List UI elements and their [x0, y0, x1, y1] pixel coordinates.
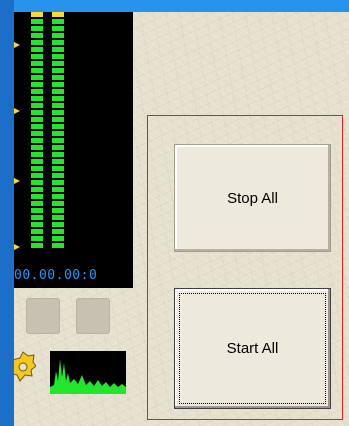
meter-segment — [52, 229, 64, 234]
meter-segment — [31, 19, 43, 24]
meter-segment — [31, 145, 43, 150]
level-meter — [14, 12, 133, 288]
meter-segment — [31, 180, 43, 185]
meter-segment — [31, 215, 43, 220]
meter-segment — [31, 159, 43, 164]
meter-segment — [31, 194, 43, 199]
window-left-edge — [0, 0, 14, 426]
meter-segment — [52, 215, 64, 220]
meter-marker-icon — [14, 42, 20, 48]
meter-segment — [31, 222, 43, 227]
meter-marker-icon — [14, 178, 20, 184]
channel-button-1[interactable] — [26, 298, 60, 334]
meter-segment — [52, 208, 64, 213]
meter-segment — [31, 12, 43, 17]
meter-segment — [31, 26, 43, 31]
meter-segment — [31, 166, 43, 171]
meter-segment — [52, 222, 64, 227]
meter-segment — [31, 117, 43, 122]
meter-segment — [52, 243, 64, 248]
meter-segment — [52, 26, 64, 31]
meter-segment — [31, 131, 43, 136]
meter-segment — [31, 201, 43, 206]
meter-segment — [52, 201, 64, 206]
timecode-display: 00.00.00:0 — [14, 268, 98, 283]
meter-segment — [31, 243, 43, 248]
meter-segment — [52, 47, 64, 52]
meter-segment — [31, 208, 43, 213]
meter-segment — [52, 40, 64, 45]
level-meter-channel-left — [31, 12, 43, 256]
meter-segment — [31, 82, 43, 87]
stop-all-label: Stop All — [227, 189, 278, 207]
meter-segment — [52, 61, 64, 66]
meter-segment — [52, 82, 64, 87]
meter-segment — [52, 12, 64, 17]
meter-segment — [52, 103, 64, 108]
meter-segment — [31, 103, 43, 108]
meter-segment — [31, 47, 43, 52]
meter-segment — [31, 138, 43, 143]
meter-segment — [31, 124, 43, 129]
meter-segment — [52, 138, 64, 143]
meter-segment — [52, 194, 64, 199]
meter-segment — [52, 117, 64, 122]
start-all-label: Start All — [226, 340, 279, 357]
meter-segment — [52, 89, 64, 94]
meter-segment — [31, 75, 43, 80]
meter-segment — [52, 68, 64, 73]
meter-segment — [52, 33, 64, 38]
meter-segment — [52, 187, 64, 192]
meter-marker-icon — [14, 108, 20, 114]
waveform-graph — [50, 359, 126, 394]
meter-segment — [31, 110, 43, 115]
meter-segment — [52, 75, 64, 80]
meter-segment — [52, 166, 64, 171]
meter-segment — [31, 173, 43, 178]
meter-segment — [52, 110, 64, 115]
meter-segment — [52, 131, 64, 136]
meter-segment — [52, 96, 64, 101]
meter-segment — [52, 19, 64, 24]
meter-segment — [52, 54, 64, 59]
gear-icon[interactable] — [14, 348, 36, 388]
meter-segment — [52, 124, 64, 129]
meter-segment — [31, 96, 43, 101]
meter-segment — [52, 180, 64, 185]
meter-segment — [31, 40, 43, 45]
meter-segment — [52, 152, 64, 157]
meter-segment — [31, 187, 43, 192]
meter-segment — [31, 236, 43, 241]
meter-segment — [52, 236, 64, 241]
meter-segment — [31, 89, 43, 94]
meter-marker-icon — [14, 244, 20, 250]
channel-button-2[interactable] — [76, 298, 110, 334]
meter-segment — [31, 61, 43, 66]
meter-segment — [52, 173, 64, 178]
stop-all-button[interactable]: Stop All — [174, 144, 331, 252]
meter-segment — [31, 54, 43, 59]
meter-segment — [52, 159, 64, 164]
window-top-edge — [0, 0, 349, 12]
meter-segment — [31, 152, 43, 157]
waveform-preview — [50, 351, 126, 394]
meter-segment — [52, 145, 64, 150]
meter-segment — [31, 229, 43, 234]
level-meter-channel-right — [52, 12, 64, 256]
meter-segment — [31, 68, 43, 73]
meter-segment — [31, 33, 43, 38]
start-all-button[interactable]: Start All — [174, 288, 331, 409]
